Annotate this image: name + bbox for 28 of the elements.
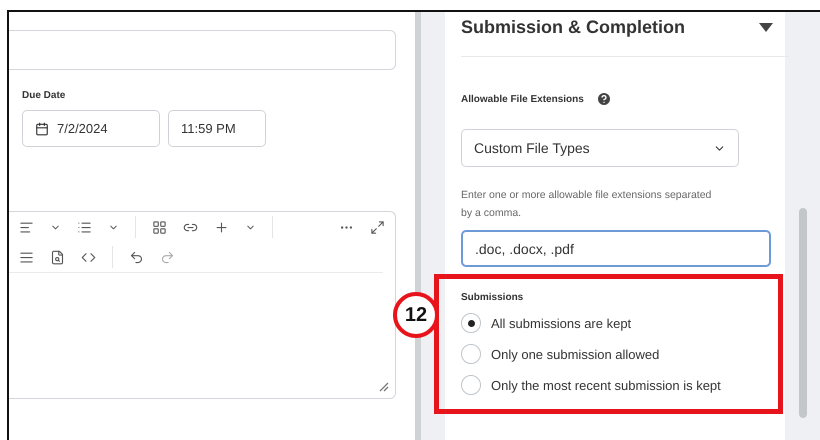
file-type-select[interactable]: Custom File Types [461, 129, 739, 167]
resize-handle-icon[interactable] [377, 380, 389, 392]
preview-icon[interactable] [50, 250, 65, 264]
radio-option[interactable]: Only one submission allowed [461, 343, 778, 365]
radio-option[interactable]: Only the most recent submission is kept [461, 374, 778, 396]
radio-button[interactable] [461, 375, 481, 395]
radio-button[interactable] [461, 313, 481, 333]
section-header[interactable]: Submission & Completion [461, 12, 789, 57]
radio-button[interactable] [461, 344, 481, 364]
calendar-icon [35, 122, 49, 136]
list-icon[interactable] [77, 220, 92, 234]
submissions-label: Submissions [461, 292, 524, 303]
media-icon[interactable] [152, 220, 167, 234]
undo-icon[interactable] [129, 250, 144, 264]
hint-text: Enter one or more allowable file extensions separated by a comma. [461, 188, 712, 221]
scrollbar[interactable] [799, 208, 807, 418]
title-field[interactable] [9, 30, 396, 70]
radio-option[interactable]: All submissions are kept [461, 312, 778, 334]
due-date-label: Due Date [22, 90, 66, 101]
format-icon[interactable] [19, 250, 34, 264]
align-icon[interactable] [19, 220, 34, 234]
extensions-input[interactable]: .doc, .docx, .pdf [461, 230, 771, 267]
extensions-label: Allowable File Extensions [461, 94, 584, 104]
time-field[interactable]: 11:59 PM [168, 110, 266, 147]
insert-icon[interactable] [214, 220, 229, 234]
fullscreen-icon[interactable] [370, 220, 385, 234]
help-icon[interactable] [596, 91, 612, 107]
date-field[interactable]: 7/2/2024 [22, 110, 160, 147]
